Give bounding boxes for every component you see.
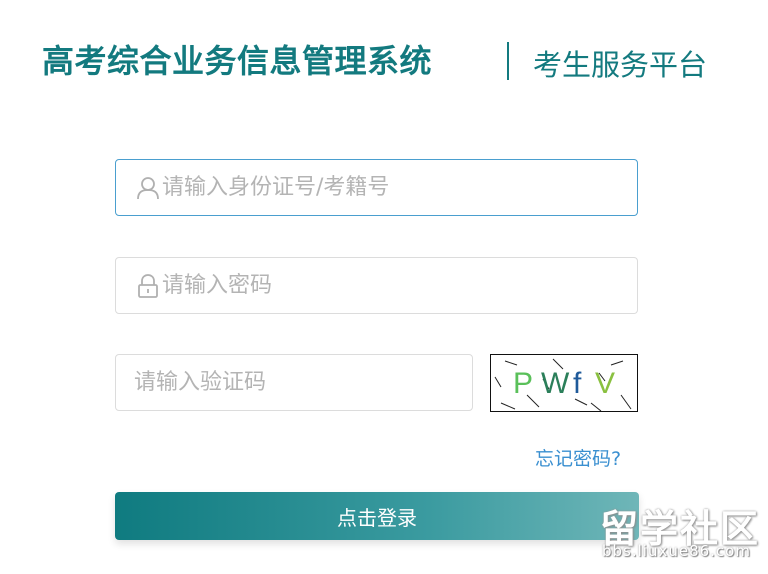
watermark-url: bbs.liuxue86.com: [602, 542, 751, 560]
captcha-image[interactable]: P W f V: [490, 354, 638, 412]
username-input[interactable]: [116, 160, 637, 215]
password-input[interactable]: [116, 258, 637, 313]
forgot-password-link[interactable]: 忘记密码?: [535, 444, 621, 471]
header-divider: [507, 42, 509, 80]
captcha-char: W: [541, 367, 570, 400]
page-header: 高考综合业务信息管理系统 考生服务平台: [0, 0, 768, 110]
captcha-char: V: [595, 367, 615, 400]
system-title: 高考综合业务信息管理系统: [42, 42, 433, 80]
login-button[interactable]: 点击登录: [115, 492, 639, 540]
captcha-input[interactable]: [116, 355, 472, 410]
captcha-noise: P W f V: [494, 358, 632, 411]
captcha-field-wrapper: [115, 354, 473, 411]
password-field-wrapper: [115, 257, 638, 314]
platform-subtitle: 考生服务平台: [533, 48, 708, 82]
captcha-char: f: [573, 367, 582, 400]
captcha-char: P: [513, 367, 533, 400]
username-field-wrapper: [115, 159, 638, 216]
watermark: 留学社区 bbs.liuxue86.com: [600, 498, 760, 568]
